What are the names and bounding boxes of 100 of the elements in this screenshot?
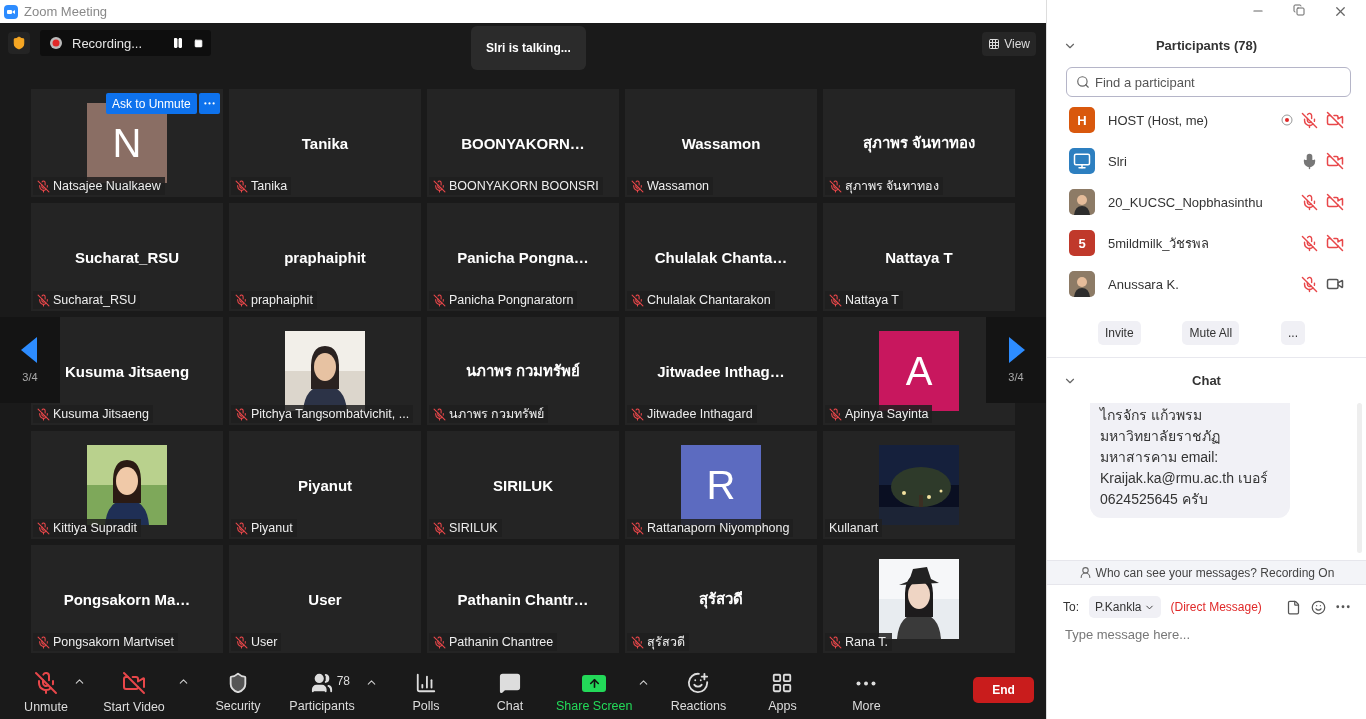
display-name: praphaiphit [284, 248, 366, 266]
participant-name: Kusuma Jitsaeng [53, 407, 149, 421]
more-icon [204, 102, 215, 105]
participant-name: Panicha Pongnaratorn [449, 293, 574, 307]
app-logo-icon [4, 4, 18, 19]
participant-name: Sucharat_RSU [53, 293, 137, 307]
display-name: BOONYAKORN… [461, 134, 585, 152]
display-name: SIRILUK [493, 476, 553, 494]
display-name: Sucharat_RSU [74, 248, 180, 266]
more-button[interactable] [199, 93, 220, 114]
toolbar-button[interactable]: Unmute [20, 665, 72, 714]
emoji-icon [1311, 599, 1326, 615]
participant-row[interactable]: 5 5mildmilk_วัชรพล [1069, 230, 1354, 256]
apps-icon [771, 672, 794, 694]
display-name: Tanika [301, 134, 349, 152]
participant-name: สุรัสวดี [647, 634, 685, 652]
display-name: Chulalak Chanta… [654, 248, 788, 266]
participant-name: 5mildmilk_วัชรพล [1108, 234, 1211, 253]
panel-button[interactable]: Mute All [1182, 321, 1240, 345]
panel-title: Participants (78) [1155, 37, 1258, 53]
record-icon [50, 37, 62, 49]
participant-row[interactable]: Slri [1069, 148, 1354, 174]
display-name: Wassamon [681, 134, 761, 152]
display-name: สุภาพร จันทาทอง [862, 133, 976, 155]
display-name: Nattaya T [885, 248, 953, 266]
bar-chart-icon [415, 672, 437, 694]
speaker-toast: Slri is talking... [471, 26, 586, 70]
more-icon [1336, 605, 1350, 609]
panel-title: Chat [1192, 373, 1221, 388]
next-page-button[interactable]: 3/4 [986, 317, 1046, 403]
avatar: 5 [1069, 230, 1095, 256]
display-name: Piyanut [297, 476, 353, 494]
search-icon [1076, 75, 1090, 89]
display-name: Pongsakorn Ma… [63, 590, 191, 608]
panel-button[interactable]: Invite [1097, 321, 1141, 345]
toolbar-button[interactable]: Apps [740, 666, 825, 713]
participant-name: Wassamon [647, 179, 710, 193]
toolbar-button[interactable]: More [824, 666, 909, 713]
toolbar-button[interactable]: Share Screen [552, 666, 637, 713]
grid-icon [988, 38, 1001, 50]
stop-icon [194, 38, 204, 48]
previous-page-button[interactable]: 3/4 [0, 317, 60, 403]
end-button[interactable]: End [973, 676, 1034, 703]
participant-name: Kullanart [829, 521, 879, 535]
file-icon [1286, 599, 1301, 615]
avatar: H [1069, 107, 1095, 133]
participant-name: User [251, 635, 278, 649]
toolbar-button[interactable]: Reactions [656, 666, 741, 713]
share-icon [582, 675, 607, 692]
security-button[interactable] [8, 32, 30, 54]
panel-button[interactable]: ... [1281, 321, 1306, 345]
toolbar-button[interactable]: Chat [468, 666, 552, 713]
close-icon [1333, 4, 1348, 19]
search-field[interactable]: Find a participant [1066, 67, 1351, 97]
participant-name: Piyanut [251, 521, 293, 535]
participant-name: สุภาพร จันทาทอง [845, 178, 940, 196]
right-arrow-icon [1007, 337, 1025, 363]
display-name: สุรัสวดี [699, 589, 743, 611]
person-icon [1078, 566, 1092, 579]
participant-name: Kittiya Supradit [53, 521, 138, 535]
display-name: Kusuma Jitsaeng [64, 362, 190, 380]
display-name: Jitwadee Inthag… [657, 362, 785, 380]
participant-name: Nattaya T [845, 293, 899, 307]
display-name: นภาพร กวมทรัพย์ [465, 361, 581, 381]
participant-name: Tanika [251, 179, 288, 193]
muted-mic-icon [34, 671, 58, 695]
toolbar-button[interactable]: Start Video [92, 665, 176, 714]
participant-name: praphaiphit [251, 293, 313, 307]
window-title: Zoom Meeting [24, 4, 108, 19]
chat-icon [499, 672, 521, 694]
chat-message: ไกรจักร แก้วพรม มหาวิทยาลัยราชภัฏ มหาสารคาม email: Kraijak.ka@rmu.ac.th เบอร์ 0624525645 ครับ [1090, 403, 1290, 518]
shield-icon [227, 672, 249, 694]
video-off-icon [122, 671, 146, 695]
participant-name: Pitchya Tangsombatvichit, ... [251, 407, 410, 421]
participant-name: 20_KUCSC_Nopbhasinthu [1108, 194, 1264, 210]
direct-message-label: (Direct Message) [1170, 600, 1262, 614]
pause-icon [172, 37, 185, 49]
display-name: Panicha Pongna… [457, 248, 589, 266]
shield-icon [12, 36, 26, 50]
toolbar-button[interactable]: Polls [384, 666, 468, 713]
participant-name: Slri [1108, 153, 1128, 169]
participant-name: Anussara K. [1108, 276, 1180, 292]
participant-name: HOST (Host, me) [1108, 112, 1210, 128]
smiley-icon [687, 672, 710, 694]
display-name: User [308, 590, 342, 608]
participant-name: BOONYAKORN BOONSRI [449, 179, 599, 193]
ask-to-unmute-button[interactable]: Ask to Unmute [106, 93, 197, 114]
participant-row[interactable]: 20_KUCSC_Nopbhasinthu [1069, 189, 1354, 215]
recipient-dropdown[interactable]: P.Kankla [1089, 596, 1161, 618]
view-button[interactable]: View [982, 32, 1036, 56]
participant-name: SIRILUK [449, 521, 498, 535]
toolbar-button[interactable]: Security [196, 666, 280, 713]
participant-name: Jitwadee Inthagard [647, 407, 753, 421]
recording-status: Recording... [72, 35, 143, 51]
to-label: To: [1063, 600, 1079, 614]
participant-row[interactable]: H HOST (Host, me) [1069, 107, 1354, 133]
participant-row[interactable]: Anussara K. [1069, 271, 1354, 297]
toolbar-button[interactable]: Participants 78 [280, 666, 364, 713]
people-icon [311, 672, 333, 694]
participant-name: นภาพร กวมทรัพย์ [449, 406, 545, 423]
